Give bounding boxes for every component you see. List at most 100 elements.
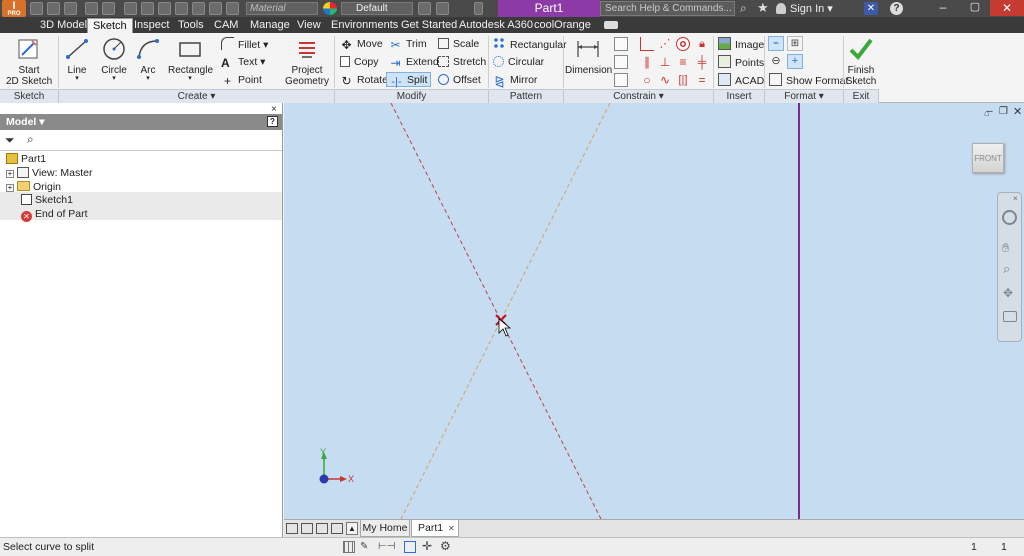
acad-button[interactable]: ACAD xyxy=(718,73,764,88)
tab-sketch[interactable]: Sketch xyxy=(87,18,133,33)
expand-icon[interactable]: + xyxy=(6,184,14,192)
finish-sketch-button[interactable]: Finish Sketch xyxy=(844,36,878,87)
scale-button[interactable]: Scale xyxy=(438,37,479,52)
status-crosshair-icon[interactable]: ✛ xyxy=(422,539,432,553)
select-icon[interactable] xyxy=(158,2,171,15)
auto-dimension-icon[interactable] xyxy=(614,37,628,51)
tile-horizontal-icon[interactable] xyxy=(286,523,298,534)
point-button[interactable]: + Point xyxy=(221,73,262,88)
doc-close-button[interactable]: ✕ xyxy=(1013,105,1022,118)
search-icon[interactable]: ⌕ xyxy=(740,2,753,15)
tangent-constraint-icon[interactable]: ○ xyxy=(640,73,654,87)
tab-inspect[interactable]: Inspect xyxy=(134,18,169,33)
tab-get-started[interactable]: Get Started xyxy=(401,18,457,33)
stretch-button[interactable]: Stretch xyxy=(438,55,486,70)
show-constraints-icon[interactable] xyxy=(614,55,628,69)
user-icon[interactable] xyxy=(776,3,786,14)
exchange-apps-icon[interactable]: ✕ xyxy=(864,2,878,15)
driven-dimension-toggle-icon[interactable]: + xyxy=(787,54,803,69)
sign-in-link[interactable]: Sign In ▾ xyxy=(790,2,833,15)
status-grid-icon[interactable] xyxy=(343,541,355,553)
doc-list-button[interactable]: ▲ xyxy=(346,522,358,535)
browser-header-dropdown[interactable]: Model ▾ xyxy=(6,115,45,129)
rectangle-button[interactable]: Rectangle ▾ xyxy=(168,36,213,82)
tab-view[interactable]: View xyxy=(297,18,321,33)
status-dimension-icon[interactable]: ⊢⊣ xyxy=(378,541,396,553)
undo-icon[interactable] xyxy=(85,2,98,15)
collinear-constraint-icon[interactable]: ⋰ xyxy=(658,37,672,51)
tab-tools[interactable]: Tools xyxy=(178,18,204,33)
points-button[interactable]: Points xyxy=(718,55,764,70)
clear-appearance-icon[interactable] xyxy=(418,2,431,15)
steering-wheel-icon[interactable] xyxy=(1002,210,1017,225)
status-snap-icon[interactable]: ✎ xyxy=(360,541,374,553)
text-button[interactable]: A Text ▾ xyxy=(221,55,265,70)
circular-pattern-button[interactable]: Circular xyxy=(493,55,544,70)
doc-minimize-button[interactable]: – xyxy=(987,106,993,117)
ribbon-options-icon[interactable] xyxy=(604,21,618,29)
quick-access-more-icon[interactable] xyxy=(474,2,483,15)
maximize-button[interactable]: ▢ xyxy=(960,0,990,16)
tab-cam[interactable]: CAM xyxy=(214,18,238,33)
nav-bar-close-icon[interactable]: × xyxy=(1013,194,1018,203)
start-2d-sketch-button[interactable]: Start 2D Sketch xyxy=(6,36,52,87)
coincident-constraint-icon[interactable] xyxy=(640,37,654,51)
panel-title-create[interactable]: Create ▾ xyxy=(59,89,335,103)
open-icon[interactable] xyxy=(47,2,60,15)
move-button[interactable]: ✥ Move xyxy=(340,37,382,52)
appearance-icon[interactable] xyxy=(323,2,337,15)
find-icon[interactable]: ⌕ xyxy=(27,132,34,147)
center-point-toggle-icon[interactable]: ⊖ xyxy=(768,54,784,69)
materials-icon[interactable] xyxy=(226,2,239,15)
status-settings-icon[interactable]: ⚙︎ xyxy=(440,539,451,553)
split-button[interactable]: -|- Split xyxy=(386,72,432,88)
tab-manage[interactable]: Manage xyxy=(250,18,290,33)
construction-toggle-icon[interactable]: ⌁ xyxy=(768,36,784,51)
equal-constraint-icon[interactable]: = xyxy=(695,73,709,87)
tree-item-part1[interactable]: Part1 xyxy=(6,152,46,166)
cascade-icon[interactable] xyxy=(316,523,328,534)
parameters-icon[interactable] xyxy=(436,2,449,15)
measure-icon[interactable] xyxy=(209,2,222,15)
extend-button[interactable]: ⇥ Extend xyxy=(389,55,438,70)
tile-vertical-icon[interactable] xyxy=(301,523,313,534)
tab-my-home[interactable]: My Home xyxy=(360,520,410,537)
fix-constraint-icon[interactable]: 🔒︎ xyxy=(695,37,709,51)
circle-button[interactable]: Circle ▾ xyxy=(97,36,131,82)
symmetric-constraint-icon[interactable]: [|] xyxy=(676,73,690,87)
expand-icon[interactable]: + xyxy=(6,170,14,178)
rectangular-pattern-button[interactable]: Rectangular xyxy=(493,37,567,52)
appearance-dropdown[interactable]: Default xyxy=(341,2,413,15)
project-geometry-button[interactable]: Project Geometry xyxy=(283,36,331,87)
arc-button[interactable]: Arc ▾ xyxy=(134,36,162,82)
sketch-geometry[interactable] xyxy=(284,103,1024,519)
centerline-toggle-icon[interactable]: ⊞ xyxy=(787,36,803,51)
viewcube-front[interactable]: FRONT xyxy=(972,143,1004,173)
browser-help-icon[interactable]: ? xyxy=(267,116,278,127)
arrange-icon[interactable] xyxy=(331,523,343,534)
tab-close-icon[interactable]: ✕ xyxy=(448,524,455,533)
image-button[interactable]: Image xyxy=(718,37,764,52)
save-icon[interactable] xyxy=(64,2,77,15)
doc-restore-button[interactable]: ❐ xyxy=(999,106,1008,117)
return-icon[interactable] xyxy=(175,2,188,15)
trim-button[interactable]: ✂ Trim xyxy=(389,37,426,52)
graphics-window[interactable]: Y X ⌂ FRONT × ✋︎ ⌕ ✥ xyxy=(284,103,1024,519)
look-at-icon[interactable] xyxy=(1003,311,1017,322)
tab-autodesk-a360[interactable]: Autodesk A360 xyxy=(459,18,533,33)
app-menu-button[interactable]: I PRO xyxy=(2,0,26,17)
concentric-constraint-icon[interactable] xyxy=(676,37,690,51)
copy-button[interactable]: Copy xyxy=(340,55,379,70)
fillet-button[interactable]: Fillet ▾ xyxy=(221,37,268,52)
horizontal-constraint-icon[interactable]: ≡ xyxy=(676,55,690,69)
rotate-button[interactable]: ↻ Rotate xyxy=(340,73,387,88)
parallel-constraint-icon[interactable]: ∥ xyxy=(640,55,654,69)
tree-item-sketch1[interactable]: Sketch1 xyxy=(21,193,73,207)
red-construction-line[interactable] xyxy=(390,103,602,519)
orbit-icon[interactable]: ✥ xyxy=(1003,286,1013,300)
zoom-icon[interactable]: ⌕ xyxy=(1003,261,1010,277)
filter-icon[interactable]: ⏷ xyxy=(5,133,15,148)
smooth-constraint-icon[interactable]: ∿ xyxy=(658,73,672,87)
material-dropdown[interactable]: Material xyxy=(246,2,318,15)
tab-coolorange[interactable]: coolOrange xyxy=(534,18,591,33)
